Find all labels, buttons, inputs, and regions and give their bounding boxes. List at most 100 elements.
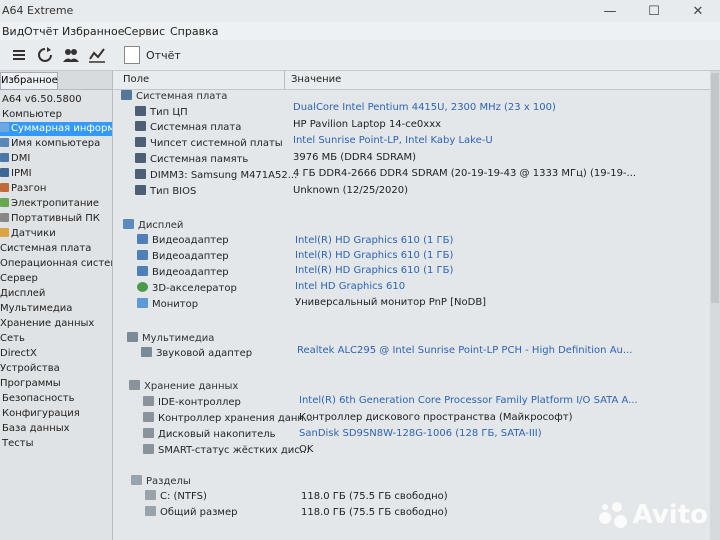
sidebar-item-security[interactable]: Безопасность	[2, 392, 75, 406]
field-value-link[interactable]: Intel(R) HD Graphics 610 (1 ГБ)	[295, 234, 453, 248]
sidebar-item-os[interactable]: Операционная система	[0, 257, 112, 271]
field-label[interactable]: Чипсет системной платы	[135, 137, 283, 151]
field-label[interactable]: Видеоадаптер	[137, 250, 229, 264]
field-label[interactable]: Системная плата	[135, 121, 241, 135]
field-value-link[interactable]: Intel Sunrise Point-LP, Intel Kaby Lake-…	[293, 134, 493, 148]
sidebar-item-dmi[interactable]: DMI	[0, 152, 30, 166]
menu-report[interactable]: Отчёт	[24, 25, 59, 38]
sidebar-item-server[interactable]: Сервер	[0, 272, 38, 286]
smart-icon	[143, 444, 154, 454]
sidebar-item-devices[interactable]: Устройства	[0, 362, 60, 376]
document-icon	[124, 46, 140, 64]
field-label[interactable]: Контроллер хранения данн...	[143, 412, 313, 426]
ipmi-icon	[0, 168, 9, 177]
group-storage[interactable]: Хранение данных	[129, 380, 238, 394]
sidebar-item-computer[interactable]: Компьютер	[2, 108, 62, 122]
sidebar-item-overclock[interactable]: Разгон	[0, 182, 46, 196]
sidebar-item-laptop[interactable]: Портативный ПК	[0, 212, 100, 226]
dmi-icon	[0, 153, 9, 162]
field-label[interactable]: IDE-контроллер	[143, 396, 241, 410]
details-pane: Поле Значение Системная плата Тип ЦП Dua…	[113, 71, 720, 540]
sidebar-item-ipmi[interactable]: IPMI	[0, 167, 32, 181]
field-value-link[interactable]: Intel(R) HD Graphics 610 (1 ГБ)	[295, 264, 453, 278]
sidebar: Избранное A64 v6.50.5800 Компьютер Сумма…	[0, 71, 113, 540]
field-label[interactable]: Видеоадаптер	[137, 234, 229, 248]
menu-icon[interactable]	[8, 44, 30, 66]
field-value-link[interactable]: SanDisk SD9SN8W-128G-1006 (128 ГБ, SATA-…	[299, 427, 542, 441]
sidebar-item-summary[interactable]: Суммарная информация	[0, 122, 112, 136]
cpu-icon	[135, 106, 146, 116]
motherboard-icon	[135, 121, 146, 131]
menu-service[interactable]: Сервис	[124, 25, 165, 38]
ide-icon	[143, 396, 154, 406]
user-icon[interactable]	[60, 44, 82, 66]
storage-controller-icon	[143, 412, 154, 422]
field-label[interactable]: Системная память	[135, 153, 248, 167]
field-label[interactable]: SMART-статус жёстких дис...	[143, 444, 309, 458]
refresh-icon[interactable]	[34, 44, 56, 66]
menu-view[interactable]: Вид	[2, 25, 24, 38]
minimize-button[interactable]: —	[588, 0, 632, 22]
sidebar-item-computer-name[interactable]: Имя компьютера	[0, 137, 100, 151]
scrollbar[interactable]	[710, 71, 720, 540]
scrollbar-thumb[interactable]	[711, 73, 719, 303]
multimedia-icon	[127, 332, 138, 342]
field-label[interactable]: DIMM3: Samsung M471A52...	[135, 169, 297, 183]
field-label[interactable]: 3D-акселератор	[137, 282, 237, 296]
display-icon	[123, 219, 134, 229]
field-value: 3976 МБ (DDR4 SDRAM)	[293, 152, 417, 163]
memory-module-icon	[135, 169, 146, 179]
sidebar-item-network[interactable]: Сеть	[0, 332, 25, 346]
group-partitions[interactable]: Разделы	[131, 475, 191, 489]
field-value: OK	[299, 444, 314, 455]
field-label[interactable]: Монитор	[137, 298, 198, 312]
column-value[interactable]: Значение	[291, 74, 341, 85]
sidebar-item-sensors[interactable]: Датчики	[0, 227, 56, 241]
chart-icon[interactable]	[86, 44, 108, 66]
sidebar-item-power[interactable]: Электропитание	[0, 197, 99, 211]
report-button[interactable]: Отчёт	[124, 44, 181, 66]
monitor-icon	[137, 298, 148, 308]
menu-help[interactable]: Справка	[170, 25, 218, 38]
bios-icon	[135, 185, 146, 195]
disk-icon	[143, 428, 154, 438]
sidebar-item-directx[interactable]: DirectX	[0, 347, 37, 361]
computer-icon	[0, 138, 9, 147]
menu-favorites[interactable]: Избранное	[62, 25, 124, 38]
field-value-link[interactable]: Intel HD Graphics 610	[295, 280, 405, 294]
sidebar-item-tests[interactable]: Тесты	[2, 437, 33, 451]
column-field[interactable]: Поле	[123, 74, 149, 85]
column-header: Поле Значение	[113, 71, 720, 90]
sidebar-item-config[interactable]: Конфигурация	[2, 407, 80, 421]
close-button[interactable]: ✕	[676, 0, 720, 22]
sidebar-item-database[interactable]: База данных	[2, 422, 70, 436]
sidebar-item-display[interactable]: Дисплей	[0, 287, 45, 301]
sidebar-item-multimedia[interactable]: Мультимедиа	[0, 302, 72, 316]
menu-bar: Вид Отчёт Избранное Сервис Справка	[0, 22, 720, 40]
field-label[interactable]: C: (NTFS)	[145, 490, 207, 504]
group-multimedia[interactable]: Мультимедиа	[127, 332, 214, 346]
field-label[interactable]: Тип ЦП	[135, 106, 188, 120]
field-value: Unknown (12/25/2020)	[293, 185, 409, 196]
group-display[interactable]: Дисплей	[123, 219, 183, 233]
field-label[interactable]: Тип BIOS	[135, 185, 196, 199]
field-value: Контроллер дискового пространства (Майкр…	[299, 412, 573, 423]
sidebar-item-storage[interactable]: Хранение данных	[0, 317, 94, 331]
tab-favorites[interactable]: Избранное	[0, 72, 58, 90]
sidebar-item-programs[interactable]: Программы	[0, 377, 61, 391]
partitions-icon	[131, 475, 142, 485]
field-value-link[interactable]: DualCore Intel Pentium 4415U, 2300 MHz (…	[293, 101, 556, 115]
group-motherboard[interactable]: Системная плата	[121, 90, 227, 104]
field-label[interactable]: Видеоадаптер	[137, 266, 229, 280]
sidebar-item-motherboard[interactable]: Системная плата	[0, 242, 91, 256]
field-value: 118.0 ГБ (75.5 ГБ свободно)	[301, 491, 448, 502]
field-label[interactable]: Звуковой адаптер	[141, 347, 252, 361]
field-value-link[interactable]: Intel(R) 6th Generation Core Processor F…	[299, 394, 638, 408]
chipset-icon	[135, 137, 146, 147]
field-label[interactable]: Общий размер	[145, 506, 237, 520]
field-value-link[interactable]: Realtek ALC295 @ Intel Sunrise Point-LP …	[297, 344, 632, 358]
field-value-link[interactable]: Intel(R) HD Graphics 610 (1 ГБ)	[295, 249, 453, 263]
field-label[interactable]: Дисковый накопитель	[143, 428, 276, 442]
sensor-icon	[0, 228, 9, 237]
maximize-button[interactable]: ☐	[632, 0, 676, 22]
